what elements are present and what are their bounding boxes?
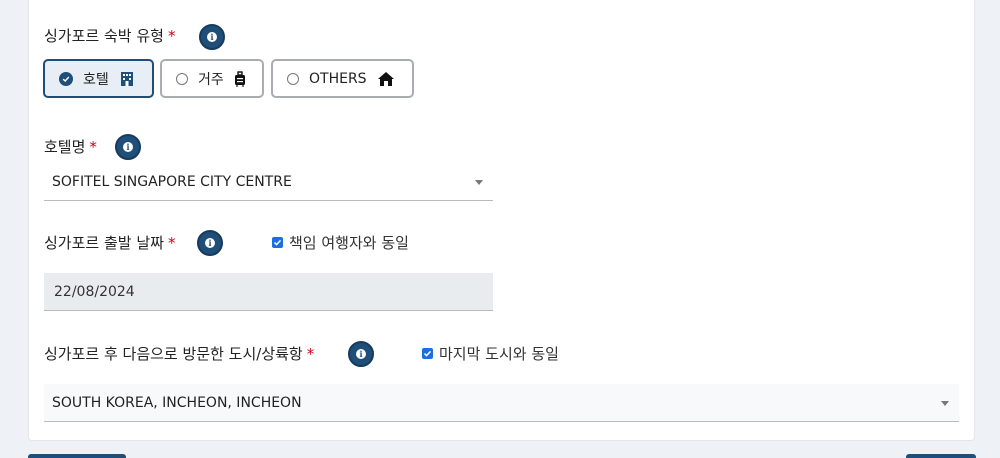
next-city-label: 싱가포르 후 다음으로 방문한 도시/상륙항 *	[44, 343, 314, 364]
info-icon[interactable]: i	[348, 341, 374, 367]
checkbox-checked-icon[interactable]	[422, 348, 433, 359]
hotel-select-value: SOFITEL SINGAPORE CITY CENTRE	[52, 173, 292, 190]
next-city-select-value: SOUTH KOREA, INCHEON, INCHEON	[52, 394, 302, 411]
hotel-icon	[119, 71, 135, 87]
next-button[interactable]	[906, 454, 976, 458]
hotel-select[interactable]: SOFITEL SINGAPORE CITY CENTRE	[44, 163, 493, 201]
same-as-last-city-checkbox[interactable]: 마지막 도시와 동일	[422, 343, 559, 364]
info-icon[interactable]: i	[199, 24, 225, 50]
luggage-icon	[234, 70, 246, 87]
info-icon[interactable]: i	[197, 230, 223, 256]
option-residence[interactable]: 거주	[160, 59, 264, 98]
hotel-name-label: 호텔명 *	[44, 136, 97, 157]
chevron-down-icon	[475, 179, 483, 185]
same-as-lead-traveller-checkbox[interactable]: 책임 여행자와 동일	[272, 232, 409, 253]
departure-date-label-text: 싱가포르 출발 날짜	[44, 234, 164, 252]
option-others-label: OTHERS	[309, 70, 367, 87]
check-circle-icon	[59, 71, 73, 86]
departure-date-field: 22/08/2024	[44, 273, 493, 311]
option-hotel[interactable]: 호텔	[43, 59, 154, 98]
hotel-name-label-text: 호텔명	[44, 138, 86, 156]
back-button[interactable]	[28, 454, 126, 458]
required-mark: *	[167, 234, 176, 252]
radio-icon	[287, 72, 299, 85]
checkbox-checked-icon[interactable]	[272, 237, 283, 248]
required-mark: *	[167, 27, 176, 45]
accommodation-type-label-text: 싱가포르 숙박 유형	[44, 27, 164, 45]
info-icon[interactable]: i	[115, 134, 141, 160]
option-hotel-label: 호텔	[83, 71, 109, 88]
same-as-last-city-label: 마지막 도시와 동일	[439, 345, 559, 363]
option-residence-label: 거주	[198, 71, 224, 88]
departure-date-value: 22/08/2024	[54, 283, 135, 300]
next-city-select[interactable]: SOUTH KOREA, INCHEON, INCHEON	[44, 384, 959, 422]
radio-icon	[176, 72, 188, 85]
required-mark: *	[89, 138, 97, 156]
accommodation-type-label: 싱가포르 숙박 유형 *	[44, 25, 175, 46]
departure-date-label: 싱가포르 출발 날짜 *	[44, 232, 175, 253]
option-others[interactable]: OTHERS	[271, 59, 414, 98]
same-as-lead-traveller-label: 책임 여행자와 동일	[289, 234, 409, 252]
required-mark: *	[306, 345, 315, 363]
next-city-label-text: 싱가포르 후 다음으로 방문한 도시/상륙항	[44, 345, 303, 363]
chevron-down-icon	[941, 400, 949, 406]
home-icon	[377, 71, 395, 87]
